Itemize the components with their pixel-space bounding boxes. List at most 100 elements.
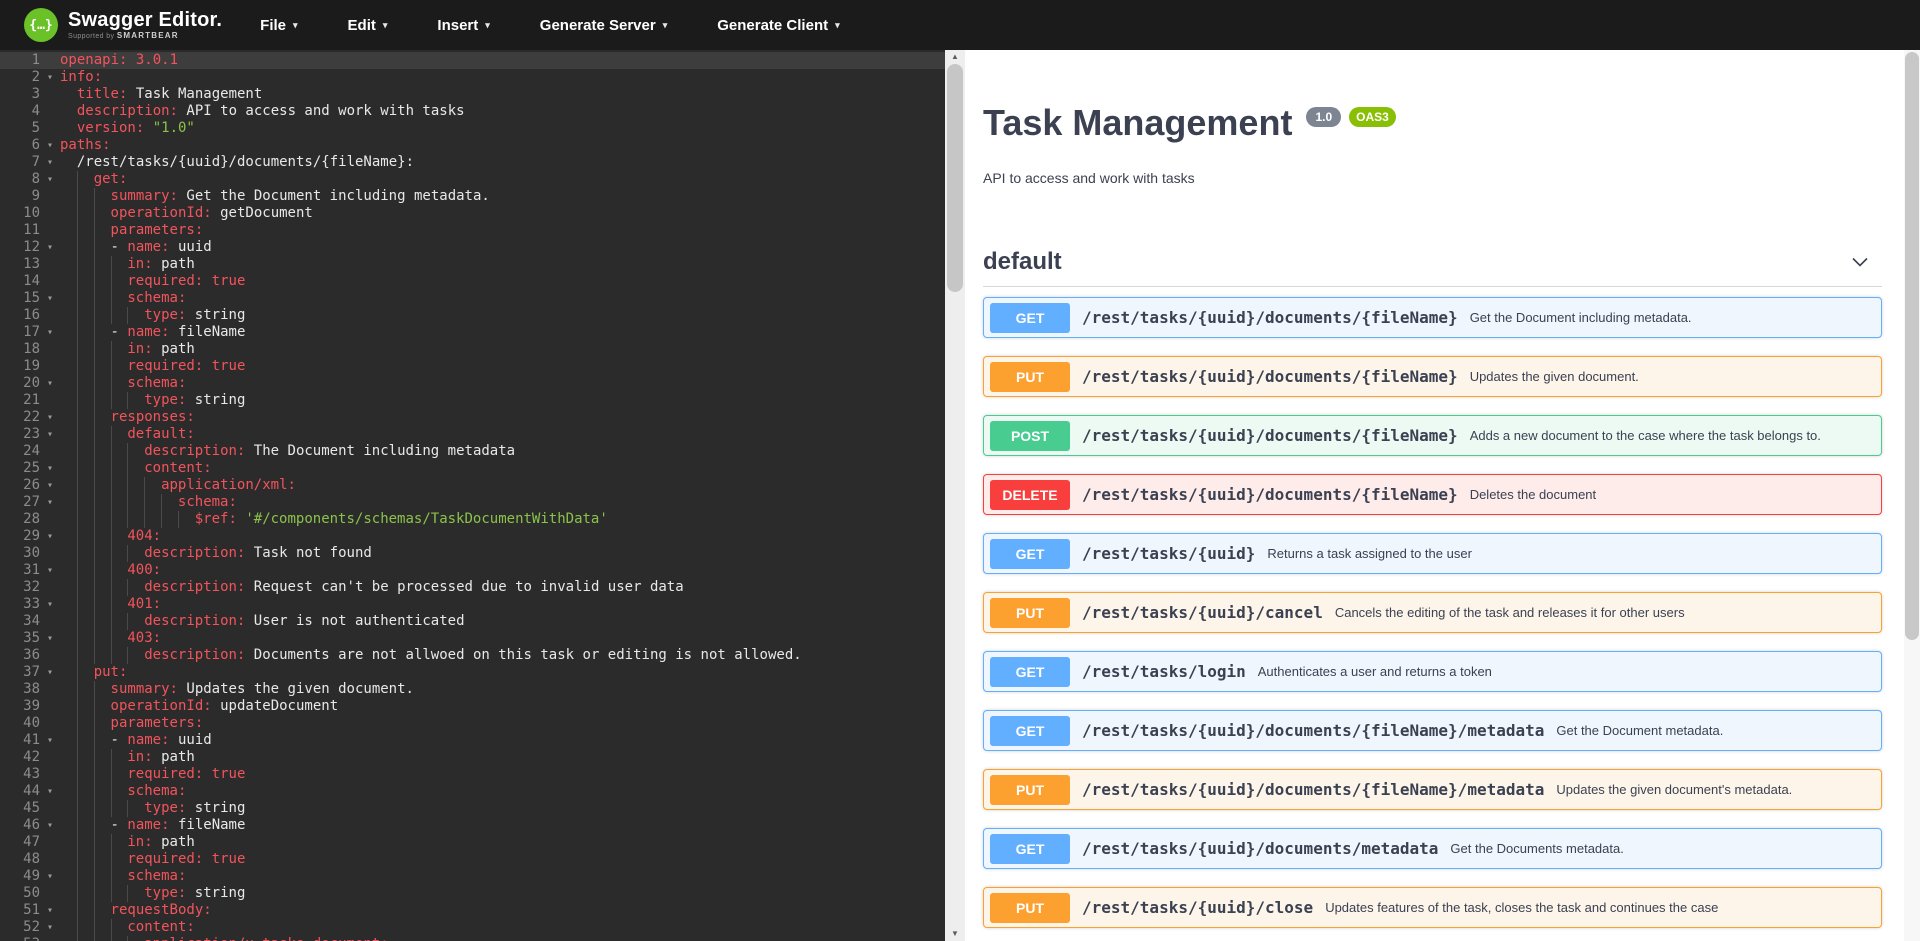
operation-row[interactable]: GET /rest/tasks/login Authenticates a us…: [983, 651, 1882, 692]
yaml-editor[interactable]: 1openapi: 3.0.12▾info:3 title: Task Mana…: [0, 50, 945, 941]
menu-item[interactable]: Insert ▾: [437, 17, 489, 34]
fold-caret-icon[interactable]: ▾: [40, 477, 60, 494]
line-number: 43: [0, 766, 40, 783]
menu-item[interactable]: File ▾: [260, 17, 297, 34]
fold-caret-icon[interactable]: ▾: [40, 902, 60, 919]
code-text: description: API to access and work with…: [60, 103, 945, 120]
code-line: 26▾ application/xml:: [0, 477, 945, 494]
code-text: type: string: [60, 307, 945, 324]
editor-scrollbar-thumb[interactable]: [947, 64, 963, 292]
line-number: 34: [0, 613, 40, 630]
code-line: 39 operationId: updateDocument: [0, 698, 945, 715]
code-text: - name: fileName: [60, 324, 945, 341]
api-description: API to access and work with tasks: [983, 170, 1882, 186]
fold-caret-icon[interactable]: ▾: [40, 664, 60, 681]
fold-caret-icon[interactable]: ▾: [40, 375, 60, 392]
code-line: 35▾ 403:: [0, 630, 945, 647]
fold-caret-icon[interactable]: ▾: [40, 409, 60, 426]
code-text: required: true: [60, 358, 945, 375]
operation-row[interactable]: GET /rest/tasks/{uuid} Returns a task as…: [983, 533, 1882, 574]
fold-caret-icon[interactable]: ▾: [40, 460, 60, 477]
logo-text: Swagger Editor. Supported by SMARTBEAR: [68, 10, 222, 40]
line-number: 18: [0, 341, 40, 358]
fold-spacer: [40, 545, 60, 562]
preview-scrollbar[interactable]: [1904, 50, 1920, 941]
fold-caret-icon[interactable]: ▾: [40, 494, 60, 511]
fold-caret-icon[interactable]: ▾: [40, 596, 60, 613]
operation-row[interactable]: DELETE /rest/tasks/{uuid}/documents/{fil…: [983, 474, 1882, 515]
fold-caret-icon[interactable]: ▾: [40, 562, 60, 579]
code-text: $ref: '#/components/schemas/TaskDocument…: [60, 511, 945, 528]
editor-scrollbar[interactable]: ▲ ▼: [945, 50, 965, 941]
fold-spacer: [40, 681, 60, 698]
fold-caret-icon[interactable]: ▾: [40, 868, 60, 885]
fold-caret-icon[interactable]: ▾: [40, 290, 60, 307]
operation-row[interactable]: GET /rest/tasks/{uuid}/documents/metadat…: [983, 828, 1882, 869]
code-text: content:: [60, 460, 945, 477]
operation-row[interactable]: GET /rest/tasks/{uuid}/documents/{fileNa…: [983, 710, 1882, 751]
fold-spacer: [40, 647, 60, 664]
preview-scrollbar-thumb[interactable]: [1905, 52, 1919, 640]
fold-caret-icon[interactable]: ▾: [40, 630, 60, 647]
code-text: get:: [60, 171, 945, 188]
fold-caret-icon[interactable]: ▾: [40, 919, 60, 936]
tag-section-header[interactable]: default: [983, 248, 1882, 287]
fold-caret-icon[interactable]: ▾: [40, 171, 60, 188]
code-line: 8▾ get:: [0, 171, 945, 188]
fold-caret-icon[interactable]: ▾: [40, 154, 60, 171]
code-text: schema:: [60, 290, 945, 307]
line-number: 9: [0, 188, 40, 205]
code-line: 50 type: string: [0, 885, 945, 902]
scroll-down-icon[interactable]: ▼: [945, 927, 965, 941]
line-number: 48: [0, 851, 40, 868]
code-text: type: string: [60, 800, 945, 817]
menu-item[interactable]: Generate Client ▾: [717, 17, 839, 34]
operation-summary: Updates the given document's metadata.: [1556, 782, 1792, 797]
line-number: 25: [0, 460, 40, 477]
fold-caret-icon[interactable]: ▾: [40, 324, 60, 341]
operation-row[interactable]: PUT /rest/tasks/{uuid}/cancel Cancels th…: [983, 592, 1882, 633]
line-number: 13: [0, 256, 40, 273]
line-number: 50: [0, 885, 40, 902]
chevron-down-icon[interactable]: [1850, 252, 1870, 272]
code-text: - name: fileName: [60, 817, 945, 834]
menu-item[interactable]: Generate Server ▾: [540, 17, 667, 34]
fold-spacer: [40, 341, 60, 358]
code-text: application/x-tasks-document:: [60, 936, 945, 941]
operation-row[interactable]: POST /rest/tasks/{uuid}/documents/{fileN…: [983, 415, 1882, 456]
code-text: requestBody:: [60, 902, 945, 919]
code-text: - name: uuid: [60, 239, 945, 256]
operation-path: /rest/tasks/{uuid}/documents/{fileName}: [1082, 426, 1458, 445]
fold-caret-icon[interactable]: ▾: [40, 783, 60, 800]
code-line: 3 title: Task Management: [0, 86, 945, 103]
fold-caret-icon[interactable]: ▾: [40, 817, 60, 834]
fold-spacer: [40, 511, 60, 528]
fold-caret-icon[interactable]: ▾: [40, 732, 60, 749]
method-badge: GET: [990, 657, 1070, 687]
fold-spacer: [40, 188, 60, 205]
fold-spacer: [40, 86, 60, 103]
fold-caret-icon[interactable]: ▾: [40, 528, 60, 545]
code-text: 403:: [60, 630, 945, 647]
chevron-down-icon: ▾: [663, 20, 668, 31]
code-line: 40 parameters:: [0, 715, 945, 732]
fold-spacer: [40, 205, 60, 222]
operation-row[interactable]: GET /rest/tasks/{uuid}/documents/{fileNa…: [983, 297, 1882, 338]
fold-caret-icon[interactable]: ▾: [40, 426, 60, 443]
fold-caret-icon[interactable]: ▾: [40, 137, 60, 154]
code-text: in: path: [60, 256, 945, 273]
operation-row[interactable]: PUT /rest/tasks/{uuid}/documents/{fileNa…: [983, 356, 1882, 397]
fold-caret-icon[interactable]: ▾: [40, 69, 60, 86]
line-number: 31: [0, 562, 40, 579]
method-badge: PUT: [990, 775, 1070, 805]
operation-row[interactable]: PUT /rest/tasks/{uuid}/close Updates fea…: [983, 887, 1882, 928]
code-text: content:: [60, 919, 945, 936]
operation-row[interactable]: PUT /rest/tasks/{uuid}/documents/{fileNa…: [983, 769, 1882, 810]
fold-caret-icon[interactable]: ▾: [40, 239, 60, 256]
app-header: {…} Swagger Editor. Supported by SMARTBE…: [0, 0, 1920, 50]
fold-spacer: [40, 851, 60, 868]
scroll-up-icon[interactable]: ▲: [945, 50, 965, 64]
menu-item[interactable]: Edit ▾: [348, 17, 388, 34]
operation-summary: Get the Document including metadata.: [1470, 310, 1692, 325]
code-line: 1openapi: 3.0.1: [0, 52, 945, 69]
